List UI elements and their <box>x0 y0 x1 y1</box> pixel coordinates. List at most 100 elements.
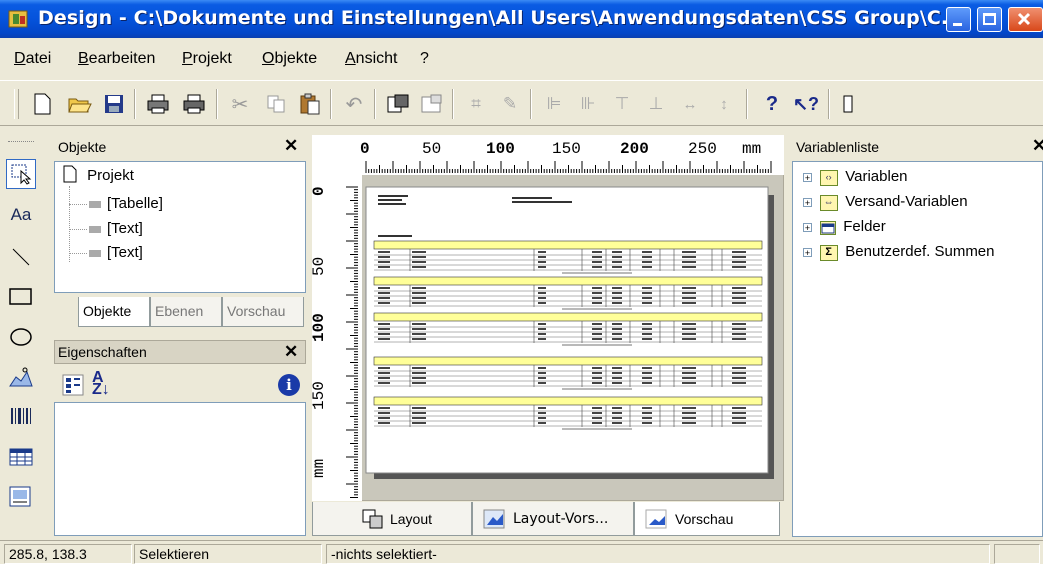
menu-bearbeiten[interactable]: Bearbeiten <box>78 50 155 68</box>
table-cell <box>612 266 622 268</box>
app-icon[interactable] <box>8 9 30 29</box>
toolbar-grip[interactable] <box>14 89 19 119</box>
table-cell <box>378 302 390 304</box>
table-cell <box>612 297 622 299</box>
barcode-tool-icon[interactable] <box>6 402 36 432</box>
format-painter-icon[interactable]: ✎ <box>496 90 524 118</box>
space-vertical-icon[interactable]: ↕ <box>710 90 738 118</box>
categorized-view-icon[interactable] <box>62 374 84 399</box>
table-cell <box>732 287 746 289</box>
layout-canvas[interactable] <box>312 135 784 501</box>
paste-icon[interactable] <box>296 90 324 118</box>
cut-icon[interactable]: ✂ <box>226 90 254 118</box>
menu-ansicht[interactable]: Ansicht <box>345 50 397 68</box>
properties-panel-close-icon[interactable]: ✕ <box>284 342 298 362</box>
exit-icon[interactable] <box>834 90 862 118</box>
undo-icon[interactable]: ↶ <box>340 90 368 118</box>
help-icon[interactable]: ? <box>758 90 786 118</box>
table-cell <box>538 333 546 335</box>
document-icon <box>63 165 77 183</box>
table-cell <box>592 412 602 414</box>
tab-layout[interactable]: Layout <box>312 502 472 536</box>
print-icon[interactable] <box>144 90 172 118</box>
table-cell <box>412 338 426 340</box>
space-horizontal-icon[interactable]: ↔ <box>676 90 704 118</box>
table-cell <box>378 417 390 419</box>
open-icon[interactable] <box>66 90 94 118</box>
table-cell <box>378 251 390 253</box>
maximize-button[interactable] <box>977 7 1002 32</box>
minimize-button[interactable] <box>946 7 971 32</box>
fields-tree-item[interactable]: + Felder <box>803 218 886 235</box>
print-preview-icon[interactable] <box>180 90 208 118</box>
save-icon[interactable] <box>100 90 128 118</box>
align-bottom-icon[interactable]: ⊥ <box>642 90 670 118</box>
tree-item-text[interactable]: [Text] <box>69 244 143 261</box>
versand-variables-tree-item[interactable]: + ⇔ Versand-Variablen <box>803 193 968 211</box>
format-icon[interactable]: ⌗ <box>462 90 490 118</box>
picture-tool-icon[interactable] <box>6 482 36 512</box>
chart-tool-icon[interactable] <box>6 362 36 392</box>
objects-tree[interactable]: Projekt [Tabelle] [Text] [Text] <box>54 161 306 293</box>
table-cell <box>378 266 390 268</box>
table-cell <box>412 328 426 330</box>
table-cell <box>412 412 426 414</box>
tree-item-tabelle[interactable]: [Tabelle] <box>69 195 163 212</box>
close-icon <box>1017 12 1031 26</box>
table-cell <box>538 256 546 258</box>
menu-datei[interactable]: Datei <box>14 50 51 68</box>
expand-icon[interactable]: + <box>803 173 812 183</box>
tab-vorschau-preview[interactable]: Vorschau <box>634 502 780 536</box>
new-icon[interactable] <box>28 90 56 118</box>
table-cell <box>592 422 602 424</box>
select-tool-icon[interactable] <box>6 159 36 189</box>
line-tool-icon[interactable] <box>6 242 36 272</box>
tab-layout-vorschau[interactable]: Layout-Vors... <box>472 502 634 536</box>
table-cell <box>378 297 390 299</box>
tab-vorschau[interactable]: Vorschau <box>222 297 304 327</box>
tree-item-text[interactable]: [Text] <box>69 220 143 237</box>
table-cell <box>682 372 696 374</box>
info-icon[interactable]: i <box>278 374 300 396</box>
variables-tree-item[interactable]: + ‹› Variablen <box>803 168 908 186</box>
align-left-icon[interactable]: ⊫ <box>540 90 568 118</box>
table-cell <box>538 266 546 268</box>
expand-icon[interactable]: + <box>803 223 812 233</box>
object-list-icon[interactable] <box>384 90 412 118</box>
custom-sums-tree-item[interactable]: + Σ Benutzerdef. Summen <box>803 243 995 261</box>
group-header-row <box>373 396 763 406</box>
properties-icon[interactable] <box>418 90 446 118</box>
variables-tree[interactable]: + ‹› Variablen + ⇔ Versand-Variablen + F… <box>792 161 1043 537</box>
copy-icon[interactable] <box>262 90 290 118</box>
title-bar[interactable]: Design - C:\Dokumente und Einstellungen\… <box>0 0 1043 38</box>
text-tool-icon[interactable]: Aa <box>6 200 36 230</box>
status-coordinates: 285.8, 138.3 <box>4 544 132 564</box>
variables-panel-close-icon[interactable]: ✕ <box>1032 136 1043 156</box>
sort-alphabetical-icon[interactable]: A Z↓ <box>92 370 110 398</box>
table-cell <box>682 367 696 369</box>
ruler-top-50: 50 <box>422 140 442 158</box>
table-cell <box>378 261 390 263</box>
properties-list[interactable] <box>54 402 306 536</box>
align-right-icon[interactable]: ⊪ <box>574 90 602 118</box>
expand-icon[interactable]: + <box>803 198 812 208</box>
menu-projekt[interactable]: Projekt <box>182 50 232 68</box>
table-cell <box>682 422 696 424</box>
expand-icon[interactable]: + <box>803 248 812 258</box>
context-help-icon[interactable]: ↖? <box>792 90 820 118</box>
tab-objekte[interactable]: Objekte <box>78 297 150 327</box>
table-cell <box>538 382 546 384</box>
close-button[interactable] <box>1008 7 1043 32</box>
menu-help[interactable]: ? <box>420 50 429 68</box>
table-tool-icon[interactable] <box>6 442 36 472</box>
align-top-icon[interactable]: ⊤ <box>608 90 636 118</box>
tab-ebenen[interactable]: Ebenen <box>150 297 222 327</box>
ellipse-tool-icon[interactable] <box>6 322 36 352</box>
rectangle-tool-icon[interactable] <box>6 282 36 312</box>
tree-root-projekt[interactable]: Projekt <box>63 165 134 184</box>
table-cell <box>682 297 696 299</box>
table-cell <box>538 422 546 424</box>
objects-panel-close-icon[interactable]: ✕ <box>284 136 298 156</box>
menu-objekte[interactable]: Objekte <box>262 50 317 68</box>
table-cell <box>538 297 546 299</box>
